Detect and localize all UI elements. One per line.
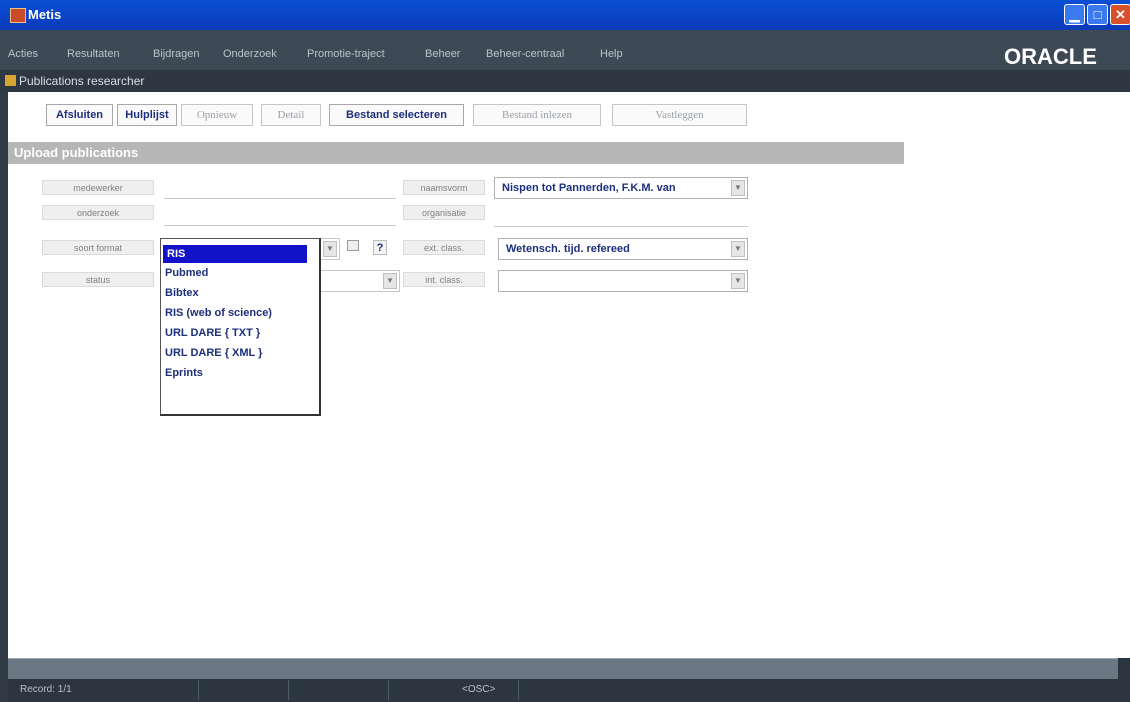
menu-beheer[interactable]: Beheer bbox=[425, 48, 460, 60]
onderzoek-field[interactable] bbox=[164, 225, 396, 226]
form-icon bbox=[5, 75, 16, 86]
detail-button[interactable]: Detail bbox=[261, 104, 321, 126]
menu-promotie-traject[interactable]: Promotie-traject bbox=[307, 48, 385, 60]
medewerker-field[interactable] bbox=[164, 198, 396, 199]
minimize-button[interactable]: ▁ bbox=[1064, 4, 1085, 25]
onderzoek-label: onderzoek bbox=[42, 205, 154, 220]
chevron-down-icon[interactable]: ▼ bbox=[383, 273, 397, 289]
status-bar bbox=[8, 658, 1130, 702]
menu-bar: Acties Resultaten Bijdragen Onderzoek Pr… bbox=[0, 30, 1130, 70]
format-option[interactable]: URL DARE { XML } bbox=[165, 344, 262, 362]
format-dropdown-list: RIS Pubmed Bibtex RIS (web of science) U… bbox=[160, 238, 321, 416]
menu-resultaten[interactable]: Resultaten bbox=[67, 48, 120, 60]
organisatie-label: organisatie bbox=[403, 205, 485, 220]
format-option[interactable]: Pubmed bbox=[165, 264, 208, 282]
organisatie-field[interactable] bbox=[494, 226, 748, 227]
format-option[interactable]: Bibtex bbox=[165, 284, 199, 302]
menu-onderzoek[interactable]: Onderzoek bbox=[223, 48, 277, 60]
soort-format-label: soort format bbox=[42, 240, 154, 255]
close-button[interactable]: ✕ bbox=[1110, 4, 1130, 25]
menu-beheer-centraal[interactable]: Beheer-centraal bbox=[486, 48, 564, 60]
window-title: Metis bbox=[28, 7, 62, 22]
naamsvorm-select[interactable]: Nispen tot Pannerden, F.K.M. van ▼ bbox=[494, 177, 748, 199]
format-option[interactable]: RIS bbox=[163, 245, 307, 263]
format-option[interactable]: RIS (web of science) bbox=[165, 304, 272, 322]
status-label: status bbox=[42, 272, 154, 287]
help-icon[interactable]: ? bbox=[373, 240, 387, 255]
chevron-down-icon[interactable]: ▼ bbox=[731, 180, 745, 196]
menu-acties[interactable]: Acties bbox=[8, 48, 38, 60]
format-option[interactable]: Eprints bbox=[165, 364, 203, 382]
checkbox-indicator[interactable] bbox=[347, 240, 359, 251]
int-class-label: int. class. bbox=[403, 272, 485, 287]
maximize-button[interactable]: □ bbox=[1087, 4, 1108, 25]
record-indicator: Record: 1/1 bbox=[20, 684, 72, 695]
bestand-selecteren-button[interactable]: Bestand selecteren bbox=[329, 104, 464, 126]
menu-help[interactable]: Help bbox=[600, 48, 623, 60]
bestand-inlezen-button[interactable]: Bestand inlezen bbox=[473, 104, 601, 126]
int-class-select[interactable]: ▼ bbox=[498, 270, 748, 292]
hulplijst-button[interactable]: Hulplijst bbox=[117, 104, 177, 126]
naamsvorm-value: Nispen tot Pannerden, F.K.M. van bbox=[502, 182, 676, 194]
title-bar: Metis ▁ □ ✕ bbox=[0, 0, 1130, 30]
format-option[interactable]: URL DARE { TXT } bbox=[165, 324, 260, 342]
form-title: Publications researcher bbox=[19, 74, 145, 88]
status-cell bbox=[288, 680, 389, 700]
ext-class-value: Wetensch. tijd. refereed bbox=[506, 243, 630, 255]
section-title: Upload publications bbox=[14, 145, 139, 160]
chevron-down-icon[interactable]: ▼ bbox=[731, 273, 745, 289]
status-cell bbox=[198, 680, 289, 700]
afsluiten-button[interactable]: Afsluiten bbox=[46, 104, 113, 126]
chevron-down-icon[interactable]: ▼ bbox=[323, 241, 337, 257]
oracle-logo: ORACLE bbox=[1004, 44, 1097, 69]
ext-class-select[interactable]: Wetensch. tijd. refereed ▼ bbox=[498, 238, 748, 260]
app-icon bbox=[10, 8, 26, 23]
chevron-down-icon[interactable]: ▼ bbox=[731, 241, 745, 257]
message-line bbox=[8, 658, 1118, 679]
naamsvorm-label: naamsvorm bbox=[403, 180, 485, 195]
opnieuw-button[interactable]: Opnieuw bbox=[181, 104, 253, 126]
vastleggen-button[interactable]: Vastleggen bbox=[612, 104, 747, 126]
medewerker-label: medewerker bbox=[42, 180, 154, 195]
ext-class-label: ext. class. bbox=[403, 240, 485, 255]
form-title-bar: Publications researcher bbox=[0, 70, 1130, 92]
menu-bijdragen[interactable]: Bijdragen bbox=[153, 48, 199, 60]
status-cell bbox=[388, 680, 519, 700]
section-header: Upload publications bbox=[8, 142, 904, 164]
osc-indicator: <OSC> bbox=[462, 684, 496, 695]
